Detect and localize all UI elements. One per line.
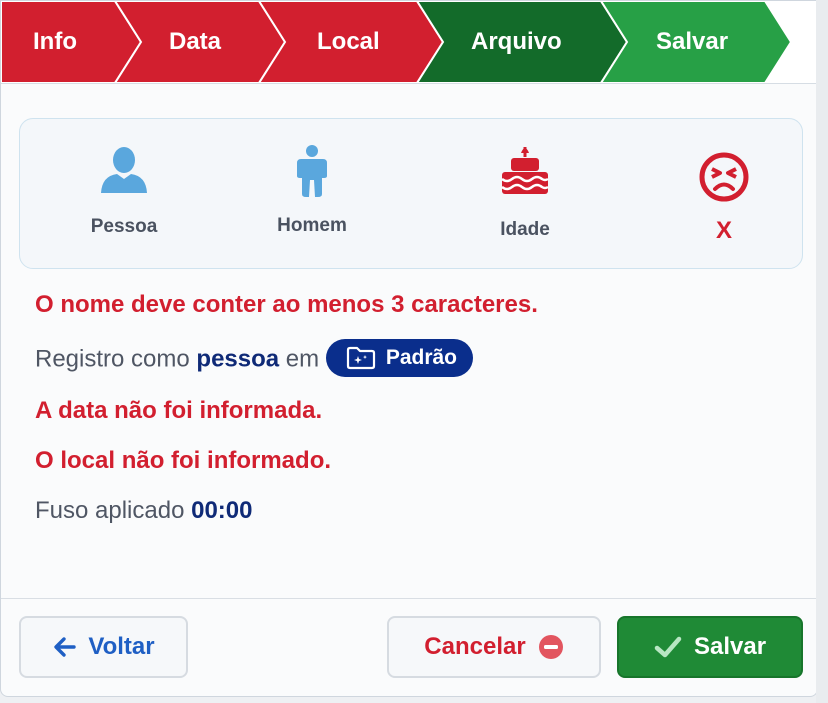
step-arquivo[interactable]: Arquivo xyxy=(471,1,562,83)
summary-item-idade: Idade xyxy=(435,119,615,268)
wizard-stepper: Info Data Local Arquivo Salvar xyxy=(1,1,817,83)
summary-card: Pessoa Homem Idade X xyxy=(19,118,803,269)
step-salvar[interactable]: Salvar xyxy=(656,1,728,83)
step-data[interactable]: Data xyxy=(169,1,221,83)
back-button[interactable]: Voltar xyxy=(19,616,188,678)
timezone-line: Fuso aplicado 00:00 xyxy=(35,497,253,525)
register-line: Registro como pessoa em Padrão xyxy=(35,339,474,379)
footer-divider xyxy=(1,598,817,599)
summary-item-pessoa: Pessoa xyxy=(34,119,214,268)
step-info[interactable]: Info xyxy=(33,1,77,83)
step-label: Info xyxy=(33,28,77,55)
wizard-dialog: Info Data Local Arquivo Salvar Pessoa Ho… xyxy=(0,0,818,697)
register-prefix: Registro como xyxy=(35,345,190,373)
background-edge xyxy=(816,0,828,703)
man-icon xyxy=(297,145,327,197)
timezone-prefix: Fuso aplicado xyxy=(35,497,185,524)
summary-label: Idade xyxy=(500,219,550,240)
back-button-label: Voltar xyxy=(88,633,155,660)
arrow-left-icon xyxy=(54,637,77,657)
folder-badge[interactable]: Padrão xyxy=(325,339,474,377)
name-error-message: O nome deve conter ao menos 3 caracteres… xyxy=(35,291,538,318)
cancel-button-label: Cancelar xyxy=(424,633,526,660)
angry-face-icon xyxy=(699,152,749,202)
local-error-message: O local não foi informado. xyxy=(35,447,332,474)
folder-sparkle-icon xyxy=(346,346,375,370)
step-label: Local xyxy=(317,28,380,55)
stepper-divider xyxy=(1,83,817,84)
minus-circle-icon xyxy=(538,635,563,659)
timezone-value: 00:00 xyxy=(191,497,253,524)
folder-name: Padrão xyxy=(385,346,458,369)
step-label: Arquivo xyxy=(471,28,562,55)
date-error-message: A data não foi informada. xyxy=(35,397,323,424)
summary-label: X xyxy=(715,217,732,244)
summary-label: Pessoa xyxy=(90,216,158,237)
register-in: em xyxy=(285,345,320,373)
summary-item-homem: Homem xyxy=(222,119,402,268)
step-label: Salvar xyxy=(656,28,729,55)
step-label: Data xyxy=(169,28,222,55)
person-bust-icon xyxy=(101,147,147,193)
step-local[interactable]: Local xyxy=(317,1,380,83)
cancel-button[interactable]: Cancelar xyxy=(387,616,601,678)
register-type: pessoa xyxy=(196,345,280,373)
birthday-cake-icon xyxy=(501,147,549,194)
save-button[interactable]: Salvar xyxy=(617,616,803,678)
summary-item-x: X xyxy=(634,119,814,268)
checkmark-icon xyxy=(654,636,682,658)
save-button-label: Salvar xyxy=(693,633,767,660)
summary-label: Homem xyxy=(277,215,347,236)
